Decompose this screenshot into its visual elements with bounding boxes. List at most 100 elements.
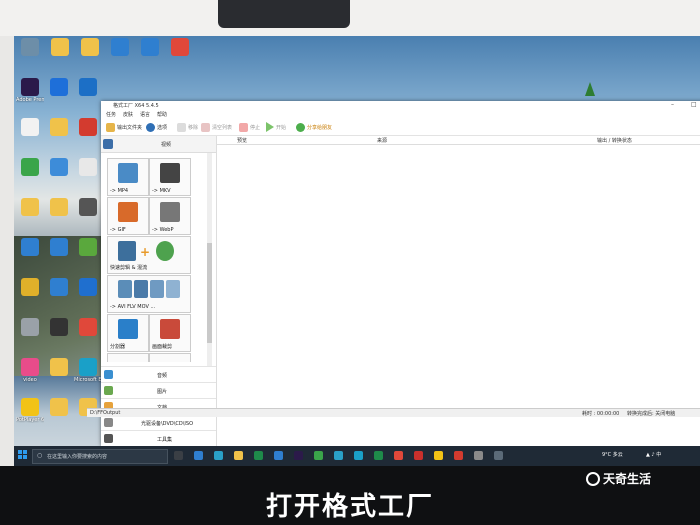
category-image[interactable]: 图片 <box>101 382 216 398</box>
tile-crop[interactable]: 画面裁剪 <box>149 314 191 352</box>
taskbar-app-icon[interactable] <box>454 451 463 460</box>
scrollbar-thumb[interactable] <box>207 243 212 343</box>
taskbar-app-icon[interactable] <box>334 451 343 460</box>
start-button[interactable]: 开始 <box>266 122 286 132</box>
remove-button[interactable]: 移除 <box>177 122 198 132</box>
taskbar-app-icon[interactable] <box>234 451 243 460</box>
plus-icon: + <box>140 245 151 259</box>
app-icon <box>50 78 68 96</box>
taskbar-app-icon[interactable] <box>394 451 403 460</box>
tile-to-avi-flv-mov[interactable]: -> AVI FLV MOV ... <box>107 275 191 313</box>
maximize-icon[interactable]: □ <box>691 101 697 108</box>
taskbar-app-icon[interactable] <box>314 451 323 460</box>
category-tools[interactable]: 工具集 <box>101 430 216 446</box>
watermark-logo-icon <box>586 471 600 486</box>
output-path[interactable]: D:\FFOutput <box>90 410 120 416</box>
desktop-icon[interactable] <box>45 358 73 377</box>
stop-label: 停止 <box>250 124 261 131</box>
desktop-icon[interactable] <box>45 198 73 217</box>
desktop-icon[interactable] <box>74 238 102 257</box>
windows-start-icon[interactable] <box>18 450 28 460</box>
column-source[interactable]: 来源 <box>377 137 387 144</box>
desktop-icon[interactable] <box>16 118 44 137</box>
tray-icons[interactable]: ▲ ♪ 中 <box>646 451 661 458</box>
desktop-icon[interactable] <box>74 318 102 337</box>
taskbar-search-box[interactable]: ○ 在这里输入你要搜索的内容 <box>32 449 168 464</box>
options-button[interactable]: 选项 <box>146 122 167 132</box>
desktop-icon[interactable] <box>45 278 73 297</box>
desktop-icon[interactable] <box>16 158 44 177</box>
tile-quick-clip-mux[interactable]: + 快速剪辑 & 混流 <box>107 236 191 274</box>
shutdown-option[interactable]: 转换完成后: 关闭电脑 <box>627 410 675 417</box>
desktop-icon[interactable]: Adobe Premie... <box>16 78 44 103</box>
sidebar-scrollbar[interactable] <box>207 153 212 383</box>
desktop-icon-label: PotPlayer 64 bit <box>16 417 44 423</box>
desktop-icon[interactable]: video <box>16 358 44 383</box>
taskbar-app-icon[interactable] <box>174 451 183 460</box>
desktop-icon[interactable] <box>106 38 134 57</box>
tile-to-webp[interactable]: -> WebP <box>149 197 191 235</box>
desktop-icon[interactable] <box>74 278 102 297</box>
output-folder-button[interactable]: 输出文件夹 <box>106 122 142 132</box>
share-button[interactable]: 分享给朋友 <box>296 122 332 132</box>
taskbar-app-icon[interactable] <box>474 451 483 460</box>
tile-to-mkv[interactable]: -> MKV <box>149 158 191 196</box>
menu-task[interactable]: 任务 <box>106 111 116 118</box>
desktop-icon[interactable] <box>16 198 44 217</box>
menu-language[interactable]: 语言 <box>140 111 150 118</box>
taskbar-app-icon[interactable] <box>374 451 383 460</box>
desktop-icon[interactable] <box>74 158 102 177</box>
desktop-icon[interactable] <box>45 398 73 417</box>
desktop-icon[interactable]: PotPlayer 64 bit <box>16 398 44 423</box>
desktop-icon[interactable] <box>16 318 44 337</box>
desktop-icon[interactable] <box>16 38 44 57</box>
desktop-icon[interactable] <box>74 118 102 137</box>
desktop-icon[interactable] <box>166 38 194 57</box>
tile-partial[interactable] <box>107 353 149 362</box>
weather-status[interactable]: 9°C 多云 <box>602 451 623 458</box>
taskbar-app-icon[interactable] <box>414 451 423 460</box>
stop-button[interactable]: 停止 <box>239 122 260 132</box>
desktop-icon[interactable] <box>136 38 164 57</box>
taskbar-app-icon[interactable] <box>274 451 283 460</box>
tile-splitter[interactable]: 分割器 <box>107 314 149 352</box>
tile-partial[interactable] <box>149 353 191 362</box>
taskbar-app-icon[interactable] <box>434 451 443 460</box>
clear-list-button[interactable]: 清空列表 <box>201 122 232 132</box>
taskbar-app-icon[interactable] <box>354 451 363 460</box>
start-label: 开始 <box>276 124 287 131</box>
desktop-icon[interactable] <box>16 278 44 297</box>
desktop-icon[interactable] <box>74 198 102 217</box>
stop-icon <box>239 122 248 132</box>
app-icon <box>21 318 39 336</box>
app-icon <box>50 318 68 336</box>
tile-to-gif[interactable]: -> GIF <box>107 197 149 235</box>
desktop-icon[interactable] <box>74 78 102 97</box>
desktop-icon[interactable] <box>16 238 44 257</box>
desktop-icon[interactable] <box>45 158 73 177</box>
taskbar-app-icon[interactable] <box>494 451 503 460</box>
column-preview[interactable]: 预览 <box>237 137 247 144</box>
desktop-icon[interactable] <box>76 38 104 57</box>
video-category-header[interactable]: 视频 <box>101 136 216 153</box>
task-list-area[interactable]: 预览 来源 输出 / 转换状态 <box>217 136 700 446</box>
photo-frame-top <box>0 0 700 36</box>
tile-to-mp4[interactable]: -> MP4 <box>107 158 149 196</box>
desktop-icon[interactable] <box>45 318 73 337</box>
column-output-status[interactable]: 输出 / 转换状态 <box>597 137 632 144</box>
taskbar-app-icon[interactable] <box>214 451 223 460</box>
app-icon <box>50 358 68 376</box>
desktop-icon[interactable] <box>45 118 73 137</box>
desktop-icon[interactable] <box>45 78 73 97</box>
desktop-icon[interactable] <box>45 238 73 257</box>
taskbar-app-icon[interactable] <box>294 451 303 460</box>
tile-caption: 画面裁剪 <box>152 344 173 350</box>
minimize-icon[interactable]: – <box>671 101 674 108</box>
desktop-icon[interactable]: Microsoft Edge <box>74 358 102 383</box>
taskbar-app-icon[interactable] <box>194 451 203 460</box>
desktop-icon[interactable] <box>46 38 74 57</box>
menu-skin[interactable]: 皮肤 <box>123 111 133 118</box>
menu-help[interactable]: 帮助 <box>157 111 167 118</box>
taskbar-app-icon[interactable] <box>254 451 263 460</box>
category-audio[interactable]: 音频 <box>101 366 216 382</box>
